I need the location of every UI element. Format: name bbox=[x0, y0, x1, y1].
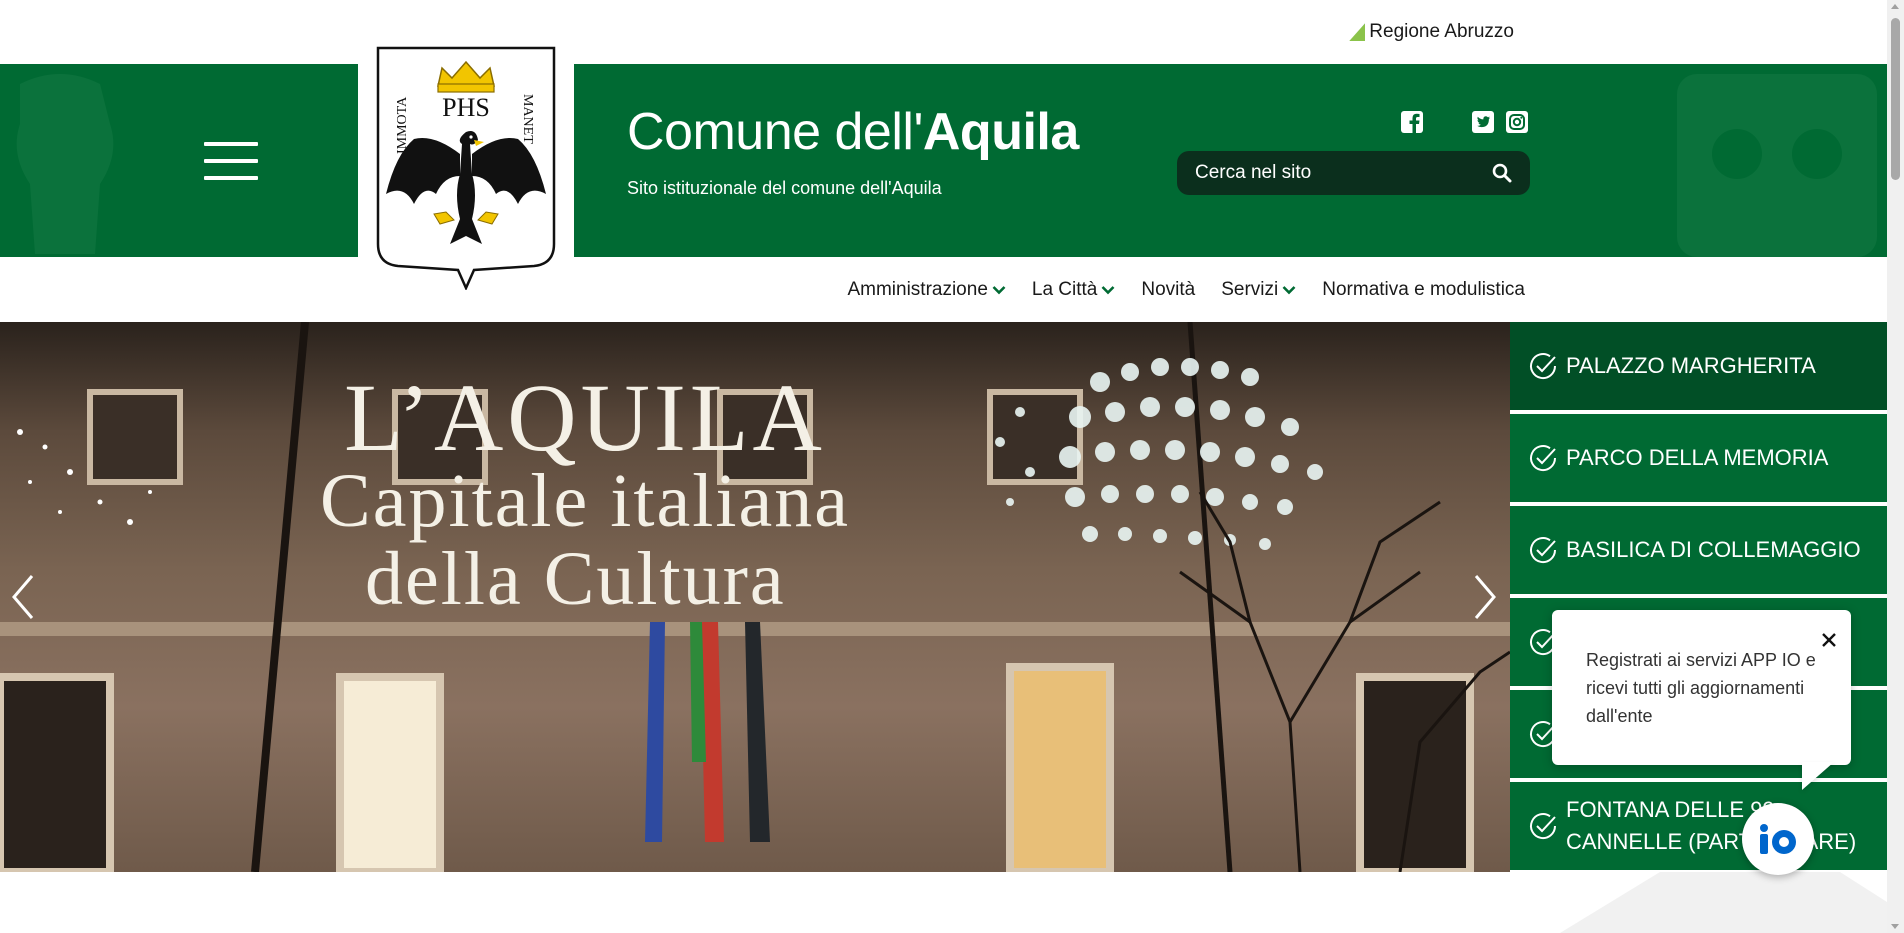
check-circle-icon bbox=[1530, 813, 1557, 840]
instagram-icon[interactable] bbox=[1505, 110, 1529, 134]
scroll-up-icon[interactable] bbox=[1891, 4, 1899, 9]
check-circle-icon bbox=[1530, 537, 1557, 564]
hero-caption: L’AQUILA Capitale italiana della Cultura bbox=[225, 364, 945, 621]
chevron-down-icon bbox=[1101, 286, 1115, 295]
side-item-label: PARCO DELLA MEMORIA bbox=[1566, 445, 1829, 470]
hero-carousel: L’AQUILA Capitale italiana della Cultura bbox=[0, 322, 1510, 872]
content-area-top bbox=[0, 872, 1887, 933]
nav-item-servizi[interactable]: Servizi bbox=[1221, 279, 1296, 301]
search-input[interactable] bbox=[1195, 162, 1492, 184]
header-watermark-right bbox=[1677, 74, 1877, 257]
main-nav-list: Amministrazione La Città Novità Servizi … bbox=[847, 279, 1525, 301]
check-circle-icon bbox=[1530, 445, 1557, 472]
twitter-icon[interactable] bbox=[1471, 110, 1495, 134]
carousel-next-button[interactable] bbox=[1470, 572, 1500, 622]
search-icon[interactable] bbox=[1492, 163, 1512, 183]
side-item-label: PALAZZO MARGHERITA bbox=[1566, 353, 1816, 378]
site-title-prefix: Comune dell' bbox=[627, 103, 923, 161]
nav-item-label: La Città bbox=[1031, 279, 1098, 300]
app-io-popup: Registrati ai servizi APP IO e ricevi tu… bbox=[1552, 610, 1851, 765]
page: Regione Abruzzo Comune dell'Aquila Sito … bbox=[0, 0, 1904, 933]
top-bar: Regione Abruzzo bbox=[0, 0, 1887, 64]
region-abruzzo-logo-icon bbox=[1349, 23, 1366, 41]
nav-item-label: Novità bbox=[1141, 279, 1196, 300]
close-icon[interactable] bbox=[1821, 632, 1837, 648]
region-abruzzo-link[interactable]: Regione Abruzzo bbox=[1349, 21, 1514, 43]
region-abruzzo-label: Regione Abruzzo bbox=[1369, 21, 1514, 42]
header-watermark-left bbox=[16, 74, 114, 254]
side-item-palazzo-margherita[interactable]: PALAZZO MARGHERITA bbox=[1510, 322, 1887, 412]
hero-caption-line3: della Cultura bbox=[365, 537, 786, 621]
app-io-popup-tail bbox=[1802, 762, 1834, 790]
nav-item-normativa[interactable]: Normativa e modulistica bbox=[1322, 279, 1525, 301]
facebook-icon[interactable] bbox=[1400, 110, 1424, 134]
nav-item-amministrazione[interactable]: Amministrazione bbox=[847, 279, 1006, 301]
site-title-bold: Aquila bbox=[922, 103, 1079, 161]
nav-item-novita[interactable]: Novità bbox=[1141, 279, 1195, 301]
main-nav: Amministrazione La Città Novità Servizi … bbox=[0, 257, 1887, 322]
chevron-down-icon bbox=[1282, 286, 1296, 295]
side-item-parco-della-memoria[interactable]: PARCO DELLA MEMORIA bbox=[1510, 414, 1887, 504]
nav-item-label: Amministrazione bbox=[847, 279, 988, 300]
nav-item-la-citta[interactable]: La Città bbox=[1032, 279, 1115, 301]
logo-center-text: PHS bbox=[442, 93, 490, 122]
background-emblem-watermark bbox=[1560, 872, 1887, 933]
logo-right-text: MANET bbox=[520, 94, 535, 144]
side-item-fontana-delle-99-cannelle[interactable]: FONTANA DELLE 99 CANNELLE (PARTICOLARE) bbox=[1510, 782, 1887, 872]
hero-caption-line1: L’AQUILA bbox=[344, 364, 826, 471]
side-item-basilica-di-collemaggio[interactable]: BASILICA DI COLLEMAGGIO bbox=[1510, 506, 1887, 596]
search-box bbox=[1177, 151, 1530, 195]
side-item-label: BASILICA DI COLLEMAGGIO bbox=[1566, 537, 1861, 562]
app-io-button[interactable] bbox=[1742, 803, 1814, 875]
scroll-down-icon[interactable] bbox=[1891, 924, 1899, 929]
coat-of-arms-logo[interactable]: PHS IMMOTA MANET bbox=[374, 44, 558, 290]
chevron-down-icon bbox=[992, 286, 1006, 295]
carousel-prev-button[interactable] bbox=[8, 572, 38, 622]
check-circle-icon bbox=[1530, 353, 1557, 380]
side-item-label-line1: FONTANA DELLE 99 bbox=[1566, 797, 1775, 822]
nav-item-label: Servizi bbox=[1221, 279, 1279, 300]
app-io-popup-text: Registrati ai servizi APP IO e ricevi tu… bbox=[1586, 650, 1816, 726]
nav-item-label: Normativa e modulistica bbox=[1322, 279, 1525, 300]
site-header: Comune dell'Aquila Sito istituzionale de… bbox=[0, 64, 1887, 257]
site-subtitle: Sito istituzionale del comune dell'Aquil… bbox=[627, 178, 942, 198]
hamburger-menu-button[interactable] bbox=[204, 142, 258, 180]
scrollbar-thumb[interactable] bbox=[1891, 18, 1900, 180]
page-scrollbar[interactable] bbox=[1887, 0, 1904, 933]
hero-caption-line2: Capitale italiana bbox=[320, 459, 850, 543]
app-io-logo-icon bbox=[1760, 824, 1796, 854]
site-title[interactable]: Comune dell'Aquila bbox=[627, 102, 1079, 162]
